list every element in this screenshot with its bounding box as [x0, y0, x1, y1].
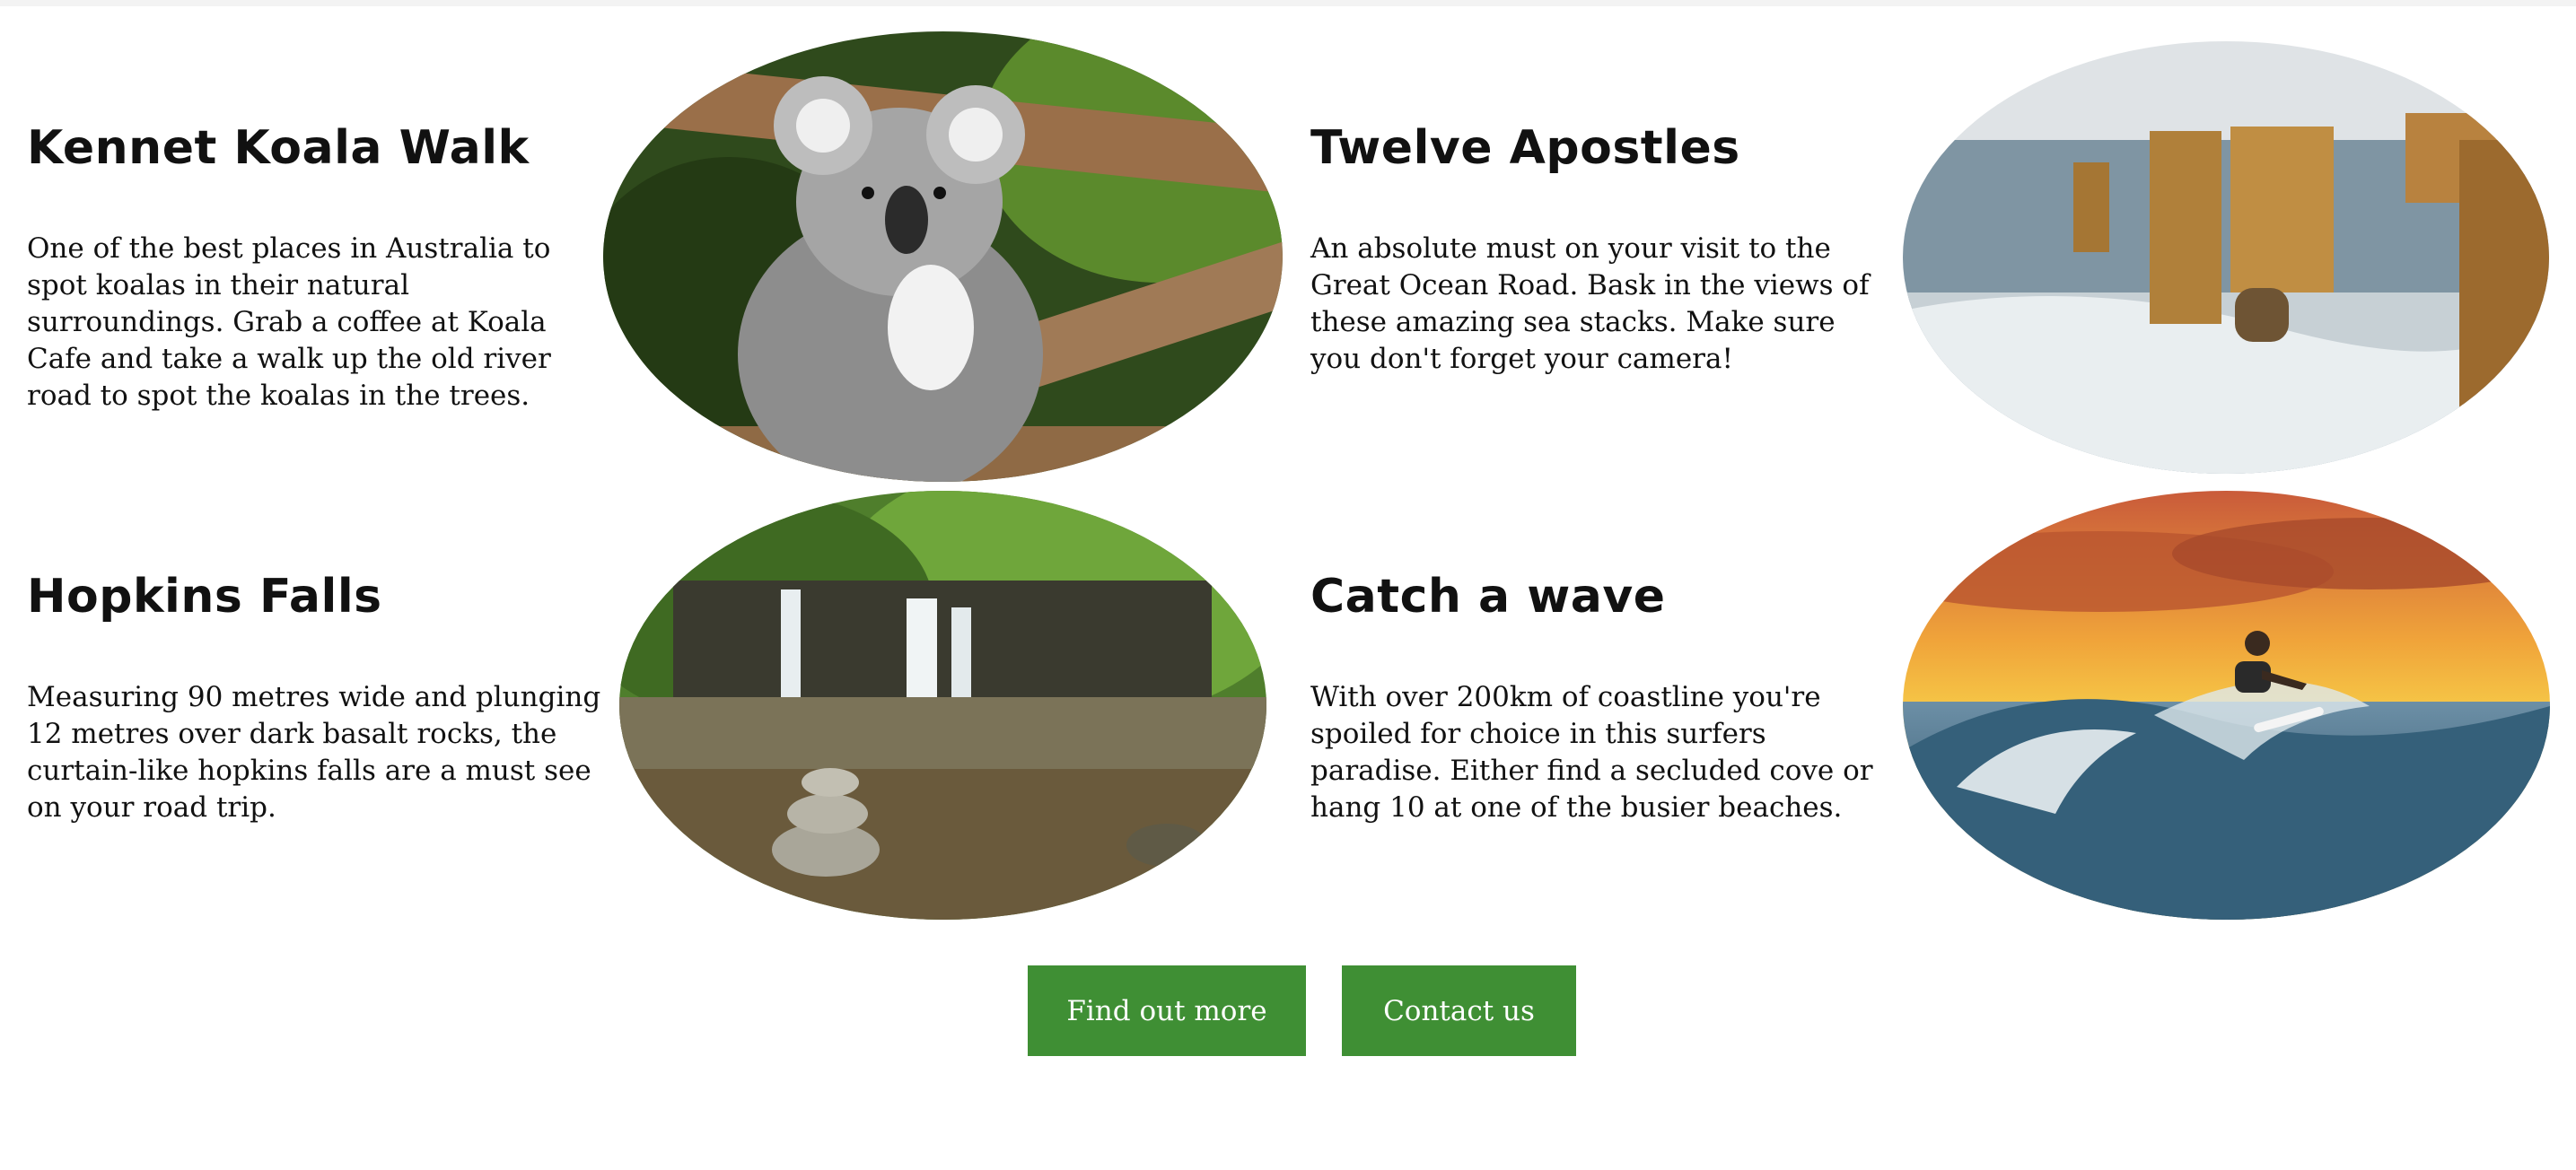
card-title: Kennet Koala Walk [27, 121, 530, 175]
sea-stacks-photo [1903, 41, 2549, 474]
top-bar [0, 0, 2576, 6]
card-description: Measuring 90 metres wide and plunging 12… [27, 681, 601, 824]
contact-us-button[interactable]: Contact us [1342, 965, 1576, 1056]
waterfall-photo [619, 491, 1266, 920]
find-out-more-button[interactable]: Find out more [1028, 965, 1306, 1056]
card-description: With over 200km of coastline you're spoi… [1310, 681, 1873, 824]
card-title: Hopkins Falls [27, 570, 382, 624]
card-hopkins-falls: Hopkins Falls Measuring 90 metres wide a… [27, 570, 610, 826]
card-title: Twelve Apostles [1310, 121, 1740, 175]
card-catch-a-wave: Catch a wave With over 200km of coastlin… [1310, 570, 1894, 826]
card-kennet-koala-walk: Kennet Koala Walk One of the best places… [27, 121, 610, 415]
surfer-photo [1903, 491, 2550, 920]
koala-photo [603, 31, 1283, 482]
card-title: Catch a wave [1310, 570, 1666, 624]
card-twelve-apostles: Twelve Apostles An absolute must on your… [1310, 121, 1894, 378]
card-description: An absolute must on your visit to the Gr… [1310, 232, 1870, 375]
card-description: One of the best places in Australia to s… [27, 232, 551, 412]
